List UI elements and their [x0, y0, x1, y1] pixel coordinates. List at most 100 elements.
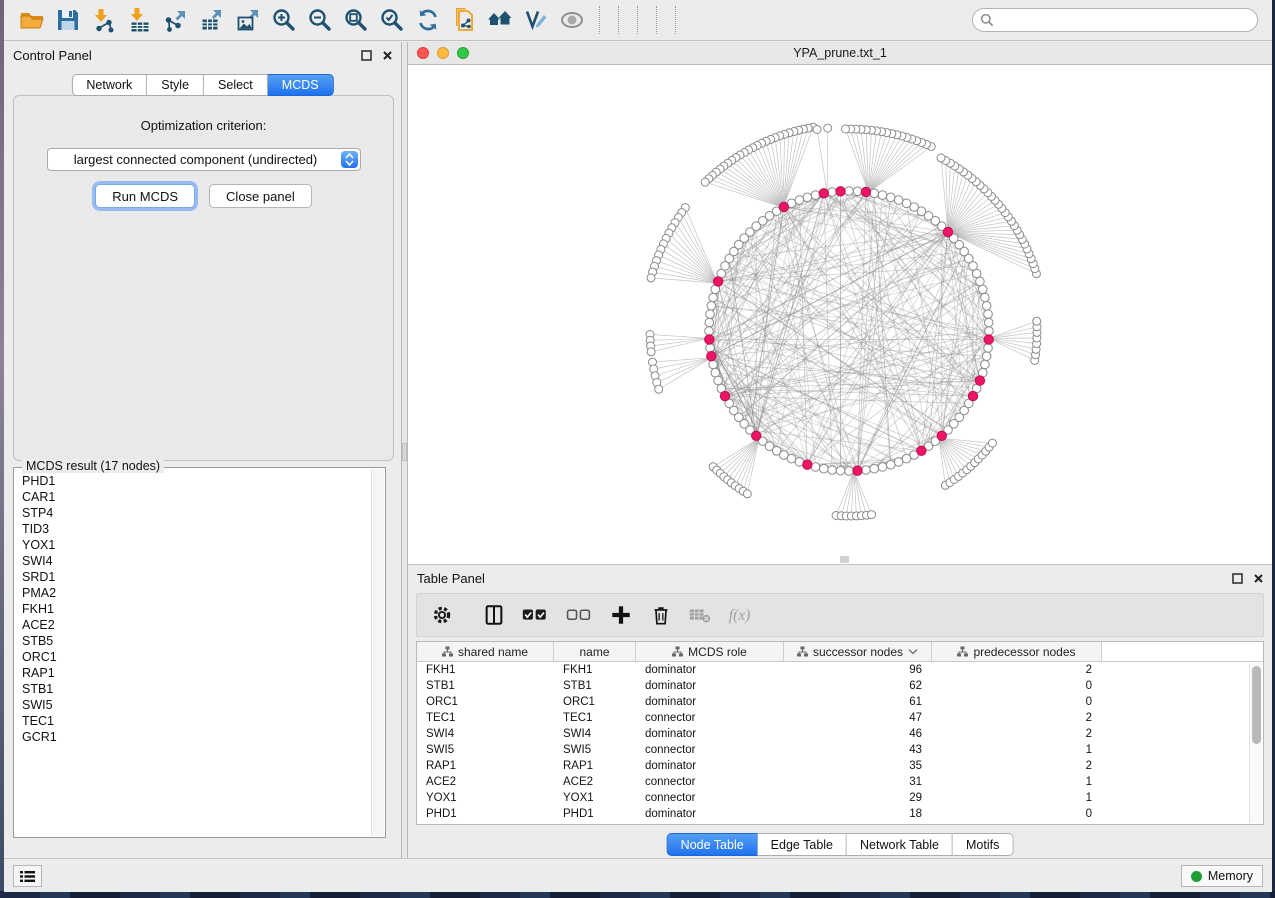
- column-header-shared-name[interactable]: shared name: [417, 642, 554, 661]
- show-hide-button[interactable]: [554, 4, 590, 36]
- tab-motifs[interactable]: Motifs: [953, 833, 1013, 856]
- table-row[interactable]: YOX1YOX1connector291: [417, 790, 1263, 806]
- column-chooser-button[interactable]: [483, 600, 505, 630]
- mcds-result-item[interactable]: SWI4: [22, 553, 371, 569]
- table-row[interactable]: SWI5SWI5connector431: [417, 742, 1263, 758]
- zoom-fit-button[interactable]: [338, 4, 374, 36]
- import-table-button[interactable]: [122, 4, 158, 36]
- splitter-handle[interactable]: [402, 443, 407, 461]
- canvas-scroll-chip: [840, 556, 849, 563]
- close-table-panel-icon[interactable]: [1252, 572, 1264, 584]
- new-network-from-selection-button[interactable]: [446, 4, 482, 36]
- network-canvas[interactable]: [408, 65, 1272, 564]
- table-cell: dominator: [636, 680, 784, 692]
- toolbar-separator: [637, 6, 638, 34]
- mcds-result-item[interactable]: STP4: [22, 505, 371, 521]
- zoom-selected-button[interactable]: [374, 4, 410, 36]
- table-cell: 31: [784, 776, 932, 788]
- table-cell: FKH1: [554, 664, 636, 676]
- table-cell: 18: [784, 808, 932, 820]
- mcds-result-item[interactable]: PHD1: [22, 473, 371, 489]
- mcds-result-item[interactable]: ACE2: [22, 617, 371, 633]
- table-scrollbar[interactable]: [1249, 663, 1262, 823]
- mcds-result-item[interactable]: RAP1: [22, 665, 371, 681]
- table-cell: ACE2: [554, 776, 636, 788]
- delete-table-button: [688, 600, 712, 630]
- tab-select[interactable]: Select: [204, 74, 268, 96]
- network-graph[interactable]: [408, 65, 1272, 564]
- mcds-result-item[interactable]: FKH1: [22, 601, 371, 617]
- run-mcds-button[interactable]: Run MCDS: [95, 184, 195, 208]
- table-row[interactable]: STB1STB1dominator620: [417, 678, 1263, 694]
- mcds-result-scrollbar[interactable]: [371, 469, 384, 836]
- tab-mcds[interactable]: MCDS: [268, 74, 334, 96]
- table-row[interactable]: FKH1FKH1dominator962: [417, 662, 1263, 678]
- zoom-in-button[interactable]: [266, 4, 302, 36]
- save-session-button[interactable]: [50, 4, 86, 36]
- close-panel-button[interactable]: Close panel: [209, 184, 312, 208]
- table-row[interactable]: TEC1TEC1connector472: [417, 710, 1263, 726]
- delete-column-button[interactable]: [650, 600, 672, 630]
- table-cell: dominator: [636, 760, 784, 772]
- open-folder-icon: [19, 7, 45, 33]
- mcds-result-item[interactable]: PMA2: [22, 585, 371, 601]
- table-cell: 0: [932, 808, 1102, 820]
- tab-node-table[interactable]: Node Table: [667, 833, 758, 856]
- table-cell: 47: [784, 712, 932, 724]
- control-panel-tabs: NetworkStyleSelectMCDS: [71, 74, 333, 96]
- annotation-mode-button[interactable]: [518, 4, 554, 36]
- table-scrollbar-thumb[interactable]: [1252, 666, 1261, 744]
- zoom-out-button[interactable]: [302, 4, 338, 36]
- table-cell: ORC1: [417, 696, 554, 708]
- create-column-button[interactable]: [610, 600, 632, 630]
- tab-style[interactable]: Style: [147, 74, 204, 96]
- mcds-result-item[interactable]: SRD1: [22, 569, 371, 585]
- mcds-result-item[interactable]: STB1: [22, 681, 371, 697]
- first-neighbors-button[interactable]: [482, 4, 518, 36]
- deselect-all-button[interactable]: [565, 600, 593, 630]
- table-row[interactable]: RAP1RAP1dominator352: [417, 758, 1263, 774]
- table-x-icon: [688, 604, 712, 626]
- mcds-result-item[interactable]: GCR1: [22, 729, 371, 745]
- zoom-selected-icon: [379, 7, 405, 33]
- show-panels-button[interactable]: [13, 865, 42, 887]
- table-row[interactable]: PHD1PHD1dominator180: [417, 806, 1263, 822]
- column-header-MCDS-role[interactable]: MCDS role: [636, 642, 784, 661]
- column-header-predecessor-nodes[interactable]: predecessor nodes: [932, 642, 1102, 661]
- float-table-panel-icon[interactable]: [1231, 572, 1243, 584]
- table-row[interactable]: ACE2ACE2connector311: [417, 774, 1263, 790]
- column-header-name[interactable]: name: [554, 642, 636, 661]
- table-row[interactable]: ORC1ORC1dominator610: [417, 694, 1263, 710]
- tab-network-table[interactable]: Network Table: [847, 833, 953, 856]
- column-header-successor-nodes[interactable]: successor nodes: [784, 642, 932, 661]
- table-row[interactable]: SWI4SWI4dominator462: [417, 726, 1263, 742]
- network-view-titlebar: YPA_prune.txt_1: [408, 42, 1272, 65]
- mcds-result-item[interactable]: ORC1: [22, 649, 371, 665]
- table-cell: STB1: [554, 680, 636, 692]
- tab-edge-table[interactable]: Edge Table: [758, 833, 847, 856]
- import-network-button[interactable]: [86, 4, 122, 36]
- mcds-result-item[interactable]: STB5: [22, 633, 371, 649]
- refresh-network-button[interactable]: [410, 4, 446, 36]
- open-file-button[interactable]: [14, 4, 50, 36]
- mcds-result-item[interactable]: TEC1: [22, 713, 371, 729]
- export-network-icon: [163, 7, 189, 33]
- search-input[interactable]: [972, 8, 1258, 32]
- optimization-criterion-dropdown[interactable]: largest connected component (undirected): [47, 148, 361, 171]
- export-table-button[interactable]: [194, 4, 230, 36]
- vertical-splitter[interactable]: [401, 42, 408, 858]
- table-mode-button[interactable]: [431, 600, 453, 630]
- memory-button[interactable]: Memory: [1181, 865, 1263, 887]
- mcds-result-item[interactable]: CAR1: [22, 489, 371, 505]
- mcds-result-item[interactable]: SWI5: [22, 697, 371, 713]
- export-image-button[interactable]: [230, 4, 266, 36]
- tab-network[interactable]: Network: [71, 74, 147, 96]
- refresh-icon: [415, 7, 441, 33]
- mcds-result-item[interactable]: TID3: [22, 521, 371, 537]
- float-panel-icon[interactable]: [360, 49, 372, 61]
- export-network-button[interactable]: [158, 4, 194, 36]
- search-box[interactable]: [972, 8, 1258, 32]
- mcds-result-item[interactable]: YOX1: [22, 537, 371, 553]
- close-panel-icon[interactable]: [381, 49, 393, 61]
- select-all-button[interactable]: [521, 600, 549, 630]
